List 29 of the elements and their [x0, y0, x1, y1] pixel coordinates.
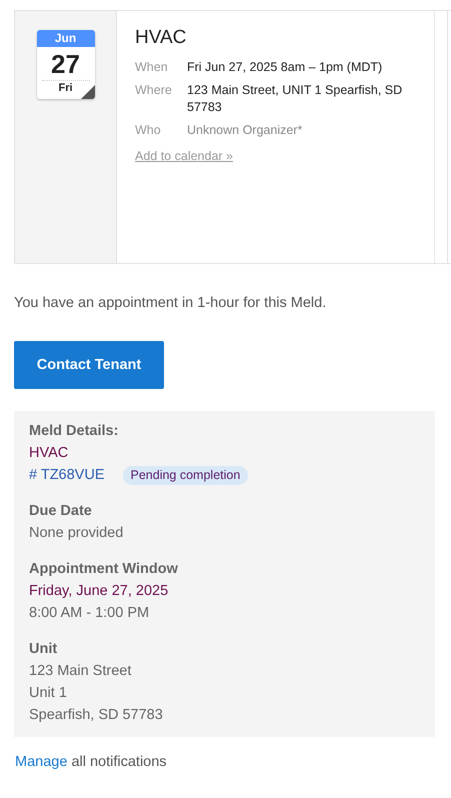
- page-curl-icon: [80, 85, 94, 99]
- detail-label: Who: [135, 122, 162, 139]
- section-heading: Unit: [29, 640, 58, 659]
- footer-text: Manage all notifications: [15, 754, 168, 770]
- status-badge: Pending completion: [122, 466, 248, 484]
- detail-label: Where: [135, 82, 173, 99]
- meld-reference: # TZ68VUE: [29, 466, 104, 485]
- appointment-notice: You have an appointment in 1-hour for this Meld.: [14, 295, 328, 311]
- meld-category: HVAC: [29, 444, 70, 463]
- detail-label: When: [135, 59, 169, 76]
- detail-value: 123 Main Street, UNIT 1 Spearfish, SD 57783: [187, 82, 404, 116]
- detail-text: None provided: [29, 524, 124, 543]
- section-heading: Meld Details:: [29, 422, 120, 441]
- add-to-calendar-link[interactable]: Add to calendar »: [135, 149, 233, 163]
- detail-value: Fri Jun 27, 2025 8am – 1pm (MDT): [187, 59, 382, 76]
- badge-month: Jun: [36, 30, 94, 47]
- section-heading: Due Date: [29, 502, 93, 521]
- detail-text: 123 Main Street: [29, 662, 132, 681]
- event-title: HVAC: [135, 27, 188, 49]
- detail-text: Friday, June 27, 2025: [29, 582, 170, 601]
- detail-text: Spearfish, SD 57783: [29, 706, 164, 725]
- detail-value: Unknown Organizer*: [187, 122, 302, 139]
- badge-weekday: Fri: [58, 81, 73, 95]
- contact-tenant-button[interactable]: Contact Tenant: [14, 341, 164, 389]
- badge-day: 27: [42, 49, 90, 81]
- detail-text: 8:00 AM - 1:00 PM: [29, 604, 150, 623]
- manage-link[interactable]: Manage: [15, 754, 68, 770]
- section-heading: Appointment Window: [29, 560, 179, 579]
- detail-text: Unit 1: [29, 684, 68, 703]
